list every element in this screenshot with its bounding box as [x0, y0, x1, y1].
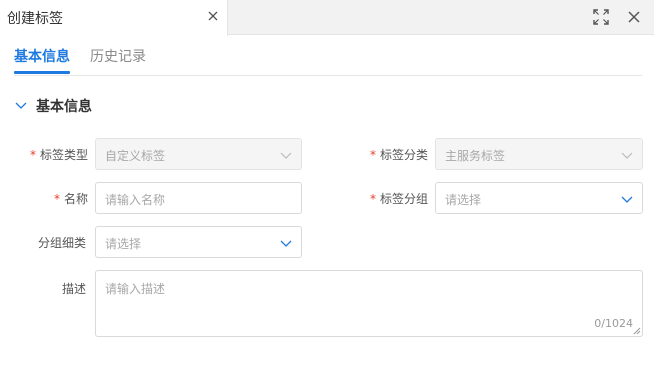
label-group-detail: 分组细类 — [38, 236, 87, 250]
tag-type-select[interactable]: 自定义标签 — [95, 138, 302, 170]
label-name: * 名称 — [54, 192, 89, 206]
required-marker: * — [30, 148, 36, 162]
name-input[interactable]: 请输入名称 — [95, 182, 302, 214]
description-placeholder: 请输入描述 — [105, 282, 166, 296]
tag-category-value: 主服务标签 — [445, 149, 506, 163]
group-detail-placeholder: 请选择 — [105, 237, 142, 251]
close-icon[interactable] — [205, 8, 221, 24]
window-close-icon[interactable] — [625, 8, 643, 26]
label-tag-group: * 标签分组 — [370, 192, 429, 206]
required-marker: * — [370, 148, 376, 162]
tab-title: 创建标签 — [7, 11, 63, 27]
tag-group-placeholder: 请选择 — [445, 193, 482, 207]
tag-group-select[interactable]: 请选择 — [435, 182, 643, 214]
required-marker: * — [370, 192, 376, 206]
window-topbar: 创建标签 — [0, 0, 654, 36]
group-detail-select[interactable]: 请选择 — [95, 226, 302, 258]
chevron-down-icon[interactable] — [14, 100, 28, 112]
fullscreen-icon[interactable] — [592, 8, 610, 26]
active-tab-indicator — [14, 71, 70, 74]
tab-history[interactable]: 历史记录 — [90, 46, 146, 66]
name-placeholder: 请输入名称 — [105, 193, 166, 207]
tag-category-select[interactable]: 主服务标签 — [435, 138, 643, 170]
section-title: 基本信息 — [36, 99, 92, 115]
tab-basic-info[interactable]: 基本信息 — [14, 46, 70, 66]
description-textarea[interactable]: 请输入描述 0/1024 — [95, 270, 643, 337]
required-marker: * — [54, 192, 60, 206]
resize-handle-icon[interactable] — [633, 327, 641, 335]
tab-create-tag[interactable]: 创建标签 — [0, 0, 228, 36]
chevron-down-icon — [621, 152, 633, 159]
chevron-down-icon — [280, 240, 292, 247]
label-description: 描述 — [62, 282, 87, 296]
label-tag-type: * 标签类型 — [30, 148, 89, 162]
subtab-bar: 基本信息 历史记录 — [14, 44, 642, 76]
label-tag-category: * 标签分类 — [370, 148, 429, 162]
chevron-down-icon — [621, 196, 633, 203]
chevron-down-icon — [280, 152, 292, 159]
character-counter: 0/1024 — [594, 317, 633, 330]
tag-type-value: 自定义标签 — [105, 149, 166, 163]
